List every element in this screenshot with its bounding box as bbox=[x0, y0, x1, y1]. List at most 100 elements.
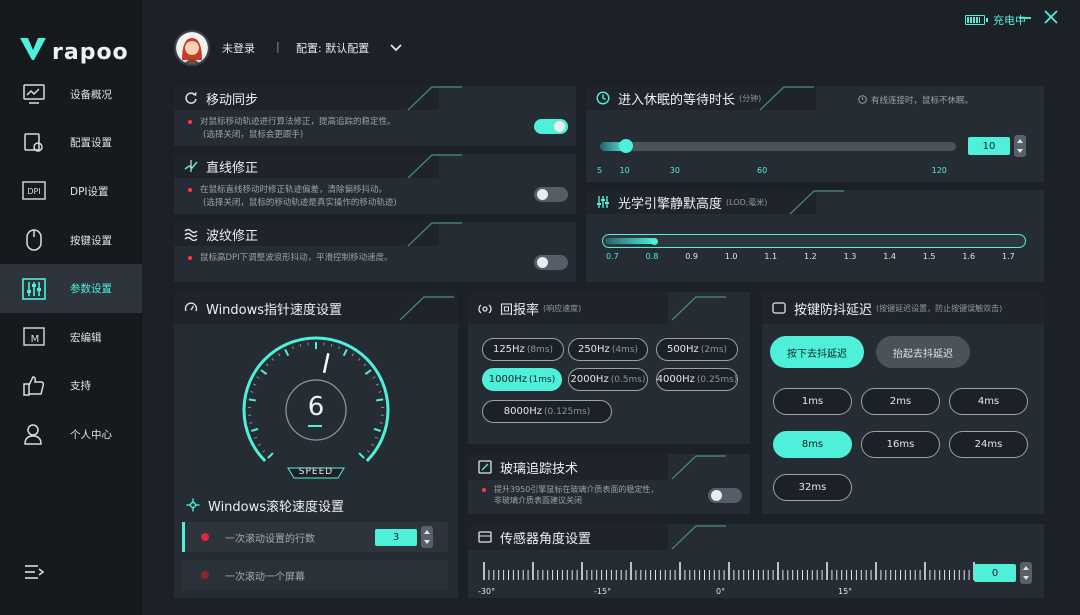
polling-option-2000hz[interactable]: 2000Hz (0.5ms) bbox=[568, 368, 648, 391]
scroll-screen-radio[interactable] bbox=[201, 571, 209, 579]
sleep-panel: 进入休眠的等待时长 (分钟) 有线连接时，鼠标不休眠。 5 10 30 60 120 1… bbox=[586, 86, 1044, 182]
sleep-slider[interactable] bbox=[600, 139, 956, 153]
scroll-screen-row[interactable]: 一次滚动一个屏幕 bbox=[182, 560, 448, 590]
lod-unit: (LOD,毫米) bbox=[726, 197, 768, 207]
login-status[interactable]: 未登录 bbox=[222, 40, 255, 56]
speed-value: 6 bbox=[307, 392, 325, 422]
debounce-option-24ms[interactable]: 24ms bbox=[949, 431, 1028, 458]
lod-tick-label: 0.9 bbox=[685, 252, 698, 261]
polling-rate-label: 1000Hz bbox=[488, 374, 527, 385]
release-debounce-button[interactable]: 抬起去抖延迟 bbox=[876, 336, 970, 368]
chevron-down-icon[interactable] bbox=[389, 40, 403, 54]
scroll-lines-row[interactable]: 一次滚动设置的行数 3 bbox=[182, 522, 448, 552]
avatar[interactable] bbox=[174, 30, 210, 66]
sidebar-item-1[interactable]: 配置设置 bbox=[0, 119, 142, 168]
sidebar-item-label: 支持 bbox=[70, 380, 91, 393]
sidebar: rapoo 设备概况 配置设置 DPI DPI设置 按键设置 参数设置 M 宏编辑支持个人中心 bbox=[0, 0, 142, 615]
sleep-stepper[interactable] bbox=[1014, 135, 1026, 157]
sidebar-item-5[interactable]: M 宏编辑 bbox=[0, 313, 142, 362]
gauge-tick bbox=[249, 422, 253, 424]
gauge-tick bbox=[277, 353, 281, 357]
sensor-angle-ruler[interactable] bbox=[482, 562, 976, 584]
sidebar-item-7[interactable]: 个人中心 bbox=[0, 410, 142, 459]
debounce-option-16ms[interactable]: 16ms bbox=[861, 431, 940, 458]
polling-option-500hz[interactable]: 500Hz (2ms) bbox=[656, 338, 738, 361]
rapoo-logo: rapoo bbox=[20, 38, 129, 66]
scroll-speed-header: Windows滚轮速度设置 bbox=[174, 492, 458, 518]
sidebar-item-3[interactable]: 按键设置 bbox=[0, 216, 142, 265]
minimize-icon[interactable] bbox=[1016, 8, 1034, 26]
sleep-title: 进入休眠的等待时长 bbox=[618, 92, 736, 108]
debounce-option-2ms[interactable]: 2ms bbox=[861, 388, 940, 415]
polling-option-4000hz[interactable]: 4000Hz (0.25ms) bbox=[656, 368, 738, 391]
sensor-angle-tick-label: 15° bbox=[838, 587, 853, 596]
lod-tick-label: 0.8 bbox=[645, 252, 659, 261]
debounce-option-8ms[interactable]: 8ms bbox=[773, 431, 852, 458]
debounce-option-4ms[interactable]: 4ms bbox=[949, 388, 1028, 415]
config-selector[interactable]: 配置: 默认配置 bbox=[296, 40, 369, 56]
sidebar-item-4[interactable]: 参数设置 bbox=[0, 264, 142, 313]
gauge-tick bbox=[375, 383, 380, 386]
scroll-lines-radio[interactable] bbox=[201, 533, 209, 541]
gauge-tick bbox=[376, 398, 384, 402]
polling-option-250hz[interactable]: 250Hz (4ms) bbox=[568, 338, 648, 361]
polling-option-125hz[interactable]: 125Hz (8ms) bbox=[482, 338, 564, 361]
close-icon[interactable] bbox=[1042, 8, 1060, 26]
polling-rate-label: 2000Hz bbox=[570, 374, 609, 385]
sleep-slider-knob[interactable] bbox=[619, 139, 634, 153]
scroll-lines-stepper[interactable] bbox=[421, 526, 433, 548]
press-debounce-button[interactable]: 按下去抖延迟 bbox=[770, 336, 864, 368]
lod-tick-label: 1.0 bbox=[724, 252, 738, 261]
sidebar-item-label: 宏编辑 bbox=[70, 331, 102, 344]
gauge-tick bbox=[378, 391, 382, 393]
collapse-menu-icon[interactable] bbox=[24, 563, 46, 581]
angle-snap-toggle[interactable] bbox=[534, 187, 568, 202]
header-slash-decoration bbox=[671, 455, 726, 480]
header-slash-decoration bbox=[399, 296, 454, 321]
lod-tick-label: 1.5 bbox=[922, 252, 936, 261]
sidebar-item-6[interactable]: 支持 bbox=[0, 362, 142, 411]
sensor-angle-stepper[interactable] bbox=[1020, 562, 1032, 584]
sleep-tick-label: 30 bbox=[669, 166, 680, 175]
debounce-option-1ms[interactable]: 1ms bbox=[773, 388, 852, 415]
gauge-tick bbox=[330, 343, 333, 347]
lod-tick-label: 1.2 bbox=[804, 252, 817, 261]
ripple-title: 波纹修正 bbox=[206, 228, 259, 244]
lod-slider-knob[interactable] bbox=[650, 238, 658, 245]
scroll-speed-title: Windows滚轮速度设置 bbox=[208, 499, 345, 515]
app-window: rapoo 设备概况 配置设置 DPI DPI设置 按键设置 参数设置 M 宏编辑支持个人中心… bbox=[0, 0, 1080, 615]
lod-tick-label: 0.7 bbox=[606, 252, 619, 261]
polling-option-8000hz[interactable]: 8000Hz (0.125ms) bbox=[482, 400, 612, 423]
gauge-tick bbox=[338, 346, 341, 350]
debounce-option-32ms[interactable]: 32ms bbox=[773, 474, 852, 501]
polling-option-1000hz[interactable]: 1000Hz (1ms) bbox=[482, 368, 562, 391]
header-slash-decoration bbox=[407, 86, 462, 110]
lod-sliders-icon bbox=[597, 196, 609, 208]
logo-text: rapoo bbox=[52, 39, 129, 65]
sensor-angle-value-field[interactable]: 0 bbox=[974, 564, 1016, 582]
polling-title: 回报率 bbox=[500, 302, 540, 318]
gauge-tick bbox=[248, 398, 256, 402]
sidebar-item-0[interactable]: 设备概况 bbox=[0, 70, 142, 119]
sleep-value-field[interactable]: 10 bbox=[968, 137, 1010, 155]
lod-tick-label: 1.6 bbox=[962, 252, 976, 261]
pointer-speed-title: Windows指针速度设置 bbox=[206, 302, 343, 318]
header-slash-decoration bbox=[671, 525, 726, 550]
config-gear-icon bbox=[22, 131, 46, 155]
lod-slider[interactable] bbox=[602, 234, 1026, 248]
motion-sync-header: 移动同步 bbox=[174, 86, 439, 110]
glass-toggle[interactable] bbox=[708, 488, 742, 503]
sensor-angle-title: 传感器角度设置 bbox=[500, 531, 592, 547]
polling-rate-label: 250Hz bbox=[577, 344, 610, 355]
sleep-tick-label: 5 bbox=[597, 166, 603, 175]
motion-sync-toggle[interactable] bbox=[534, 119, 568, 134]
polling-ms-label: (8ms) bbox=[526, 344, 554, 355]
polling-ms-label: (4ms) bbox=[611, 344, 639, 355]
sidebar-item-2[interactable]: DPI DPI设置 bbox=[0, 167, 142, 216]
scroll-screen-label: 一次滚动一个屏幕 bbox=[225, 571, 305, 583]
debounce-title: 按键防抖延迟 bbox=[794, 302, 873, 318]
scroll-lines-value[interactable]: 3 bbox=[375, 528, 417, 546]
ripple-toggle[interactable] bbox=[534, 255, 568, 270]
gauge-tick bbox=[366, 449, 370, 453]
gauge-tick bbox=[267, 452, 274, 459]
